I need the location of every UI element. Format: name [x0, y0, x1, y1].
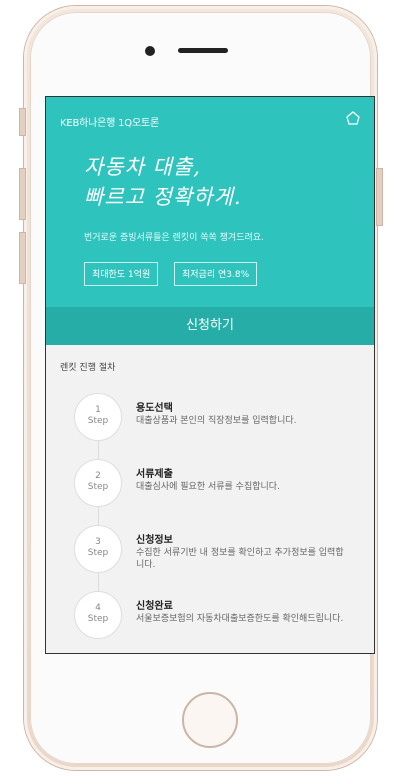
home-button[interactable]	[182, 692, 238, 748]
earpiece-speaker	[178, 48, 228, 53]
step-badge: 4 Step	[74, 591, 122, 639]
step-title: 서류제출	[136, 469, 173, 480]
step-number: 2	[95, 471, 101, 481]
front-camera	[145, 46, 155, 56]
mute-switch	[19, 108, 26, 136]
step-title: 신청완료	[136, 601, 173, 612]
step-badge: 1 Step	[74, 393, 122, 441]
step-number: 4	[95, 603, 101, 613]
hero-banner: KEB하나은행 1Q오토론 자동차 대출, 빠르고 정확하게. 번거로운 증빙서…	[46, 97, 374, 307]
tag-min-rate: 최저금리 연3.8%	[174, 262, 258, 286]
step-label: Step	[87, 416, 109, 426]
step-description: 대출상품과 본인의 직장정보를 입력합니다.	[136, 416, 297, 426]
step-label: Step	[87, 482, 109, 492]
step-description: 대출심사에 필요한 서류를 수집합니다.	[136, 482, 280, 492]
step-item: 2 Step 서류제출 대출심사에 필요한 서류를 수집합니다.	[74, 459, 374, 519]
step-description: 수집한 서류기반 내 정보를 확인하고 추가정보를 입력합니다.	[136, 548, 344, 570]
volume-down-button	[19, 232, 26, 284]
step-item: 4 Step 신청완료 서울보증보험의 자동차대출보증한도를 확인해드립니다.	[74, 591, 374, 651]
apply-button[interactable]: 신청하기	[46, 307, 374, 345]
step-title: 용도선택	[136, 403, 173, 414]
step-description: 서울보증보험의 자동차대출보증한도를 확인해드립니다.	[136, 614, 344, 624]
step-badge: 2 Step	[74, 459, 122, 507]
power-button	[376, 168, 383, 226]
tag-max-limit: 최대한도 1억원	[84, 262, 159, 286]
subcopy: 번거로운 증빙서류들은 렌킷이 쏙쏙 챙겨드려요.	[84, 233, 264, 243]
step-title: 신청정보	[136, 535, 173, 546]
headline-line-1: 자동차 대출,	[84, 155, 201, 179]
step-item: 3 Step 신청정보 수집한 서류기반 내 정보를 확인하고 추가정보를 입력…	[74, 525, 374, 585]
step-label: Step	[87, 548, 109, 558]
step-item: 1 Step 용도선택 대출상품과 본인의 직장정보를 입력합니다.	[74, 393, 374, 453]
step-number: 3	[95, 537, 101, 547]
headline-line-2: 빠르고 정확하게.	[84, 185, 242, 209]
home-icon[interactable]	[344, 109, 362, 127]
step-label: Step	[87, 614, 109, 624]
step-number: 1	[95, 405, 101, 415]
app-screen: KEB하나은행 1Q오토론 자동차 대출, 빠르고 정확하게. 번거로운 증빙서…	[45, 96, 375, 654]
step-badge: 3 Step	[74, 525, 122, 573]
process-title: 렌킷 진행 절차	[60, 363, 116, 373]
volume-up-button	[19, 168, 26, 220]
app-title: KEB하나은행 1Q오토론	[60, 118, 159, 129]
headline: 자동차 대출, 빠르고 정확하게.	[84, 152, 242, 212]
